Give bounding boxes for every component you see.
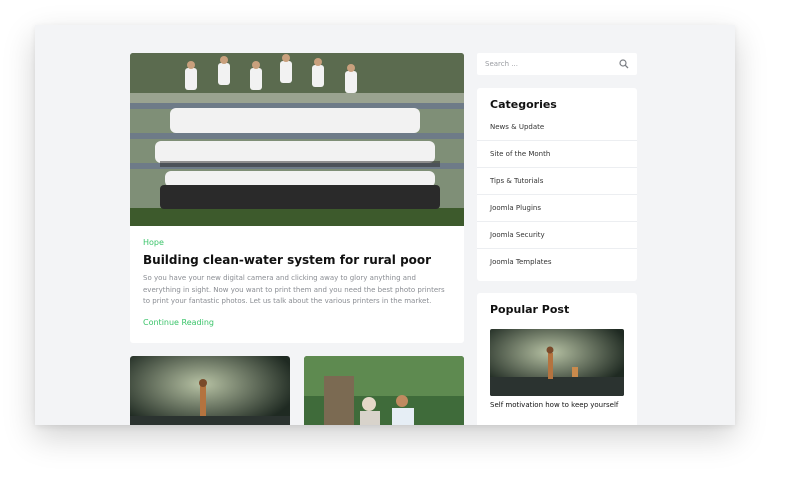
- popular-post-widget: Popular Post Self motivation how to keep…: [477, 293, 637, 425]
- post-card-thumbnail[interactable]: [130, 356, 290, 425]
- popular-post-title: Popular Post: [490, 303, 570, 316]
- search-icon[interactable]: [619, 59, 629, 69]
- elder-child-image: [304, 356, 464, 425]
- category-item[interactable]: Site of the Month: [477, 141, 637, 168]
- popular-post-link[interactable]: Self motivation how to keep yourself: [490, 401, 630, 409]
- featured-post-card: Hope Building clean-water system for rur…: [130, 53, 464, 343]
- boy-river-image: [490, 329, 624, 396]
- category-item[interactable]: News & Update: [477, 114, 637, 141]
- categories-title: Categories: [490, 98, 557, 111]
- search-box: [477, 53, 637, 75]
- category-item[interactable]: Tips & Tutorials: [477, 168, 637, 195]
- categories-list: News & Update Site of the Month Tips & T…: [477, 114, 637, 276]
- categories-widget: Categories News & Update Site of the Mon…: [477, 88, 637, 281]
- continue-reading-link[interactable]: Continue Reading: [143, 318, 214, 327]
- post-card-thumbnail[interactable]: [304, 356, 464, 425]
- featured-post-image[interactable]: [130, 53, 464, 226]
- post-title[interactable]: Building clean-water system for rural po…: [143, 253, 453, 267]
- post-excerpt: So you have your new digital camera and …: [143, 274, 445, 305]
- boy-river-image: [130, 356, 290, 425]
- popular-post-image[interactable]: [490, 329, 624, 396]
- category-item[interactable]: Joomla Security: [477, 222, 637, 249]
- category-item[interactable]: Joomla Plugins: [477, 195, 637, 222]
- post-category-link[interactable]: Hope: [143, 238, 164, 247]
- search-input[interactable]: [485, 57, 615, 71]
- page-frame: Hope Building clean-water system for rur…: [35, 25, 735, 425]
- category-item[interactable]: Joomla Templates: [477, 249, 637, 276]
- group-photo-illustration: [130, 53, 464, 226]
